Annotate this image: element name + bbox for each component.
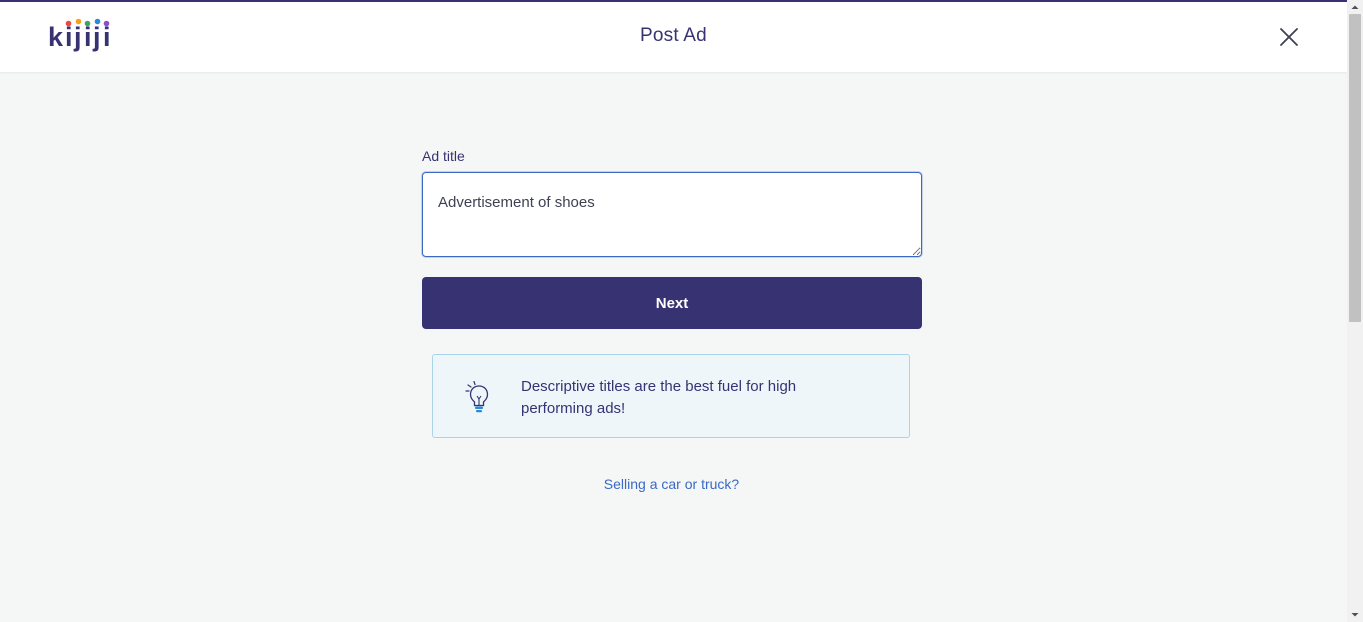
scroll-down-arrow-icon[interactable] [1347, 608, 1363, 622]
header: k i j i j i Post Ad [0, 2, 1347, 72]
close-icon[interactable] [1276, 24, 1302, 50]
post-ad-page: k i j i j i Post Ad Ad title Advertiseme… [0, 0, 1363, 622]
selling-car-link[interactable]: Selling a car or truck? [0, 476, 1343, 492]
vertical-scrollbar[interactable] [1347, 0, 1363, 622]
lightbulb-icon [465, 380, 493, 413]
ad-title-input[interactable]: Advertisement of shoes [422, 172, 922, 257]
scrollbar-thumb[interactable] [1349, 14, 1361, 322]
next-button[interactable]: Next [422, 277, 922, 329]
ad-title-form: Ad title Advertisement of shoes Next [422, 148, 922, 329]
tip-box: Descriptive titles are the best fuel for… [432, 354, 910, 438]
tip-text: Descriptive titles are the best fuel for… [521, 378, 797, 417]
page-title: Post Ad [640, 25, 707, 46]
ad-title-label: Ad title [422, 148, 465, 164]
scroll-up-arrow-icon[interactable] [1347, 0, 1363, 14]
